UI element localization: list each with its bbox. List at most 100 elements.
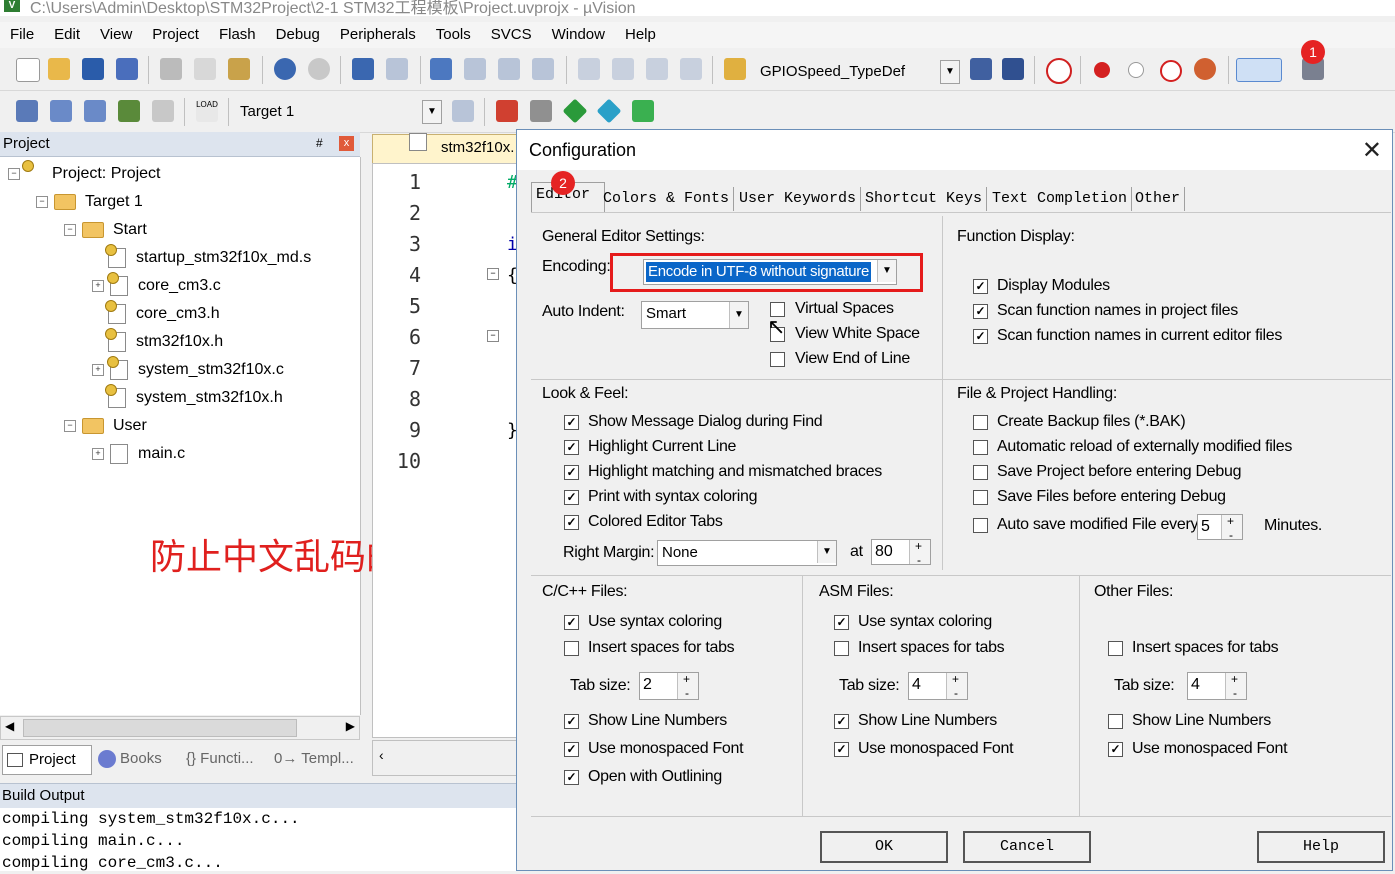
spinner-buttons[interactable]	[1225, 667, 1246, 705]
bookmark-icon[interactable]	[430, 58, 452, 80]
uncomment-icon[interactable]	[680, 58, 702, 80]
scroll-right-icon[interactable]: ▶	[346, 719, 355, 733]
cut-icon[interactable]	[160, 58, 182, 80]
kill-breakpoints-icon[interactable]	[1194, 58, 1216, 80]
tree-item-group-start[interactable]: − Start	[64, 217, 147, 243]
c-tab-size-spinner[interactable]: 2	[639, 667, 699, 705]
tree-item-project[interactable]: − Project: Project	[8, 159, 160, 187]
other-tab-size-spinner[interactable]: 4	[1187, 667, 1247, 705]
other-line-numbers-checkbox[interactable]	[1108, 714, 1123, 729]
tree-item-file[interactable]: + main.c	[92, 441, 185, 467]
auto-save-checkbox[interactable]	[973, 518, 988, 533]
undo-icon[interactable]	[274, 58, 296, 80]
paste-icon[interactable]	[228, 58, 250, 80]
create-backup-checkbox[interactable]	[973, 415, 988, 430]
scrollbar-thumb[interactable]	[23, 719, 297, 737]
clear-bookmarks-icon[interactable]	[532, 58, 554, 80]
c-outlining-checkbox[interactable]: ✓	[564, 770, 579, 785]
rte-icon[interactable]	[562, 98, 588, 124]
tab-text-completion[interactable]: Text Completion	[988, 187, 1133, 211]
horizontal-scrollbar[interactable]: ◀ ▶	[0, 716, 360, 740]
next-bookmark-icon[interactable]	[498, 58, 520, 80]
c-syntax-coloring-checkbox[interactable]: ✓	[564, 615, 579, 630]
collapse-icon[interactable]: −	[64, 223, 76, 236]
menu-file[interactable]: File	[0, 22, 44, 48]
redo-icon[interactable]	[308, 58, 330, 80]
scroll-left-icon[interactable]: ‹	[379, 747, 384, 763]
enable-breakpoint-icon[interactable]	[1128, 62, 1144, 78]
find-in-files-icon[interactable]	[724, 58, 746, 80]
symbol-combo[interactable]: GPIOSpeed_TypeDef ▼	[756, 60, 960, 84]
save-icon[interactable]	[82, 58, 104, 80]
insert-breakpoint-icon[interactable]	[1094, 62, 1110, 78]
auto-indent-select[interactable]: Smart ▼	[641, 301, 749, 329]
tab-templates[interactable]: 0→ Templ...	[270, 745, 354, 773]
tab-colors-fonts[interactable]: Colors & Fonts	[599, 187, 735, 211]
menu-svcs[interactable]: SVCS	[481, 22, 542, 48]
show-message-dialog-checkbox[interactable]: ✓	[564, 415, 579, 430]
stop-build-icon[interactable]	[152, 100, 174, 122]
expand-icon[interactable]: +	[92, 279, 104, 292]
new-file-icon[interactable]	[16, 58, 40, 82]
debug-session-icon[interactable]	[1046, 58, 1072, 84]
cancel-button[interactable]: Cancel	[963, 831, 1091, 863]
other-insert-spaces-checkbox[interactable]	[1108, 641, 1123, 656]
save-all-icon[interactable]	[116, 58, 138, 80]
options-for-target-icon[interactable]	[452, 100, 474, 122]
window-layout-icon[interactable]	[1236, 58, 1282, 82]
tree-item-file[interactable]: + system_stm32f10x.c	[92, 355, 284, 383]
fold-icon[interactable]: −	[487, 330, 499, 342]
copy-icon[interactable]	[194, 58, 216, 80]
navigate-forward-icon[interactable]	[386, 58, 408, 80]
tab-project[interactable]: Project	[2, 745, 92, 775]
other-monospaced-checkbox[interactable]: ✓	[1108, 742, 1123, 757]
ok-button[interactable]: OK	[820, 831, 948, 863]
menu-flash[interactable]: Flash	[209, 22, 266, 48]
rebuild-icon[interactable]	[84, 100, 106, 122]
asm-syntax-coloring-checkbox[interactable]: ✓	[834, 615, 849, 630]
right-margin-select[interactable]: None ▼	[657, 540, 837, 566]
pin-icon[interactable]: #	[316, 136, 323, 150]
tab-shortcut-keys[interactable]: Shortcut Keys	[861, 187, 988, 211]
scan-editor-files-checkbox[interactable]: ✓	[973, 329, 988, 344]
select-packs-icon[interactable]	[530, 100, 552, 122]
tree-item-file[interactable]: + core_cm3.c	[92, 271, 221, 299]
disable-breakpoints-icon[interactable]	[1160, 60, 1182, 82]
expand-icon[interactable]: +	[92, 363, 104, 376]
run-time-environment-icon[interactable]	[632, 100, 654, 122]
collapse-icon[interactable]: −	[36, 195, 48, 208]
tab-user-keywords[interactable]: User Keywords	[735, 187, 862, 211]
spinner-buttons[interactable]	[1221, 509, 1242, 547]
tab-other[interactable]: Other	[1131, 187, 1186, 211]
save-files-debug-checkbox[interactable]	[973, 490, 988, 505]
spinner-buttons[interactable]	[946, 667, 967, 705]
find-icon[interactable]	[970, 58, 992, 80]
highlight-braces-checkbox[interactable]: ✓	[564, 465, 579, 480]
asm-insert-spaces-checkbox[interactable]	[834, 641, 849, 656]
menu-project[interactable]: Project	[142, 22, 209, 48]
editor-hscroll[interactable]: ‹	[372, 740, 522, 776]
translate-icon[interactable]	[16, 100, 38, 122]
display-modules-checkbox[interactable]: ✓	[973, 279, 988, 294]
indent-icon[interactable]	[578, 58, 600, 80]
tree-item-file[interactable]: stm32f10x.h	[105, 327, 223, 355]
collapse-icon[interactable]: −	[8, 167, 20, 180]
target-combo[interactable]: Target 1 ▼	[236, 100, 442, 124]
tree-item-file[interactable]: core_cm3.h	[105, 299, 220, 327]
asm-tab-size-spinner[interactable]: 4	[908, 667, 968, 705]
auto-save-minutes-spinner[interactable]: 5	[1197, 509, 1243, 547]
tree-item-file[interactable]: startup_stm32f10x_md.s	[105, 243, 311, 271]
collapse-icon[interactable]: −	[64, 419, 76, 432]
navigate-back-icon[interactable]	[352, 58, 374, 80]
asm-line-numbers-checkbox[interactable]: ✓	[834, 714, 849, 729]
print-syntax-coloring-checkbox[interactable]: ✓	[564, 490, 579, 505]
menu-help[interactable]: Help	[615, 22, 666, 48]
tree-item-file[interactable]: system_stm32f10x.h	[105, 383, 283, 411]
tab-books[interactable]: Books	[94, 745, 162, 773]
colored-editor-tabs-checkbox[interactable]: ✓	[564, 515, 579, 530]
scroll-left-icon[interactable]: ◀	[5, 719, 14, 733]
open-file-icon[interactable]	[48, 58, 70, 80]
asm-monospaced-checkbox[interactable]: ✓	[834, 742, 849, 757]
batch-build-icon[interactable]	[118, 100, 140, 122]
menu-window[interactable]: Window	[542, 22, 615, 48]
